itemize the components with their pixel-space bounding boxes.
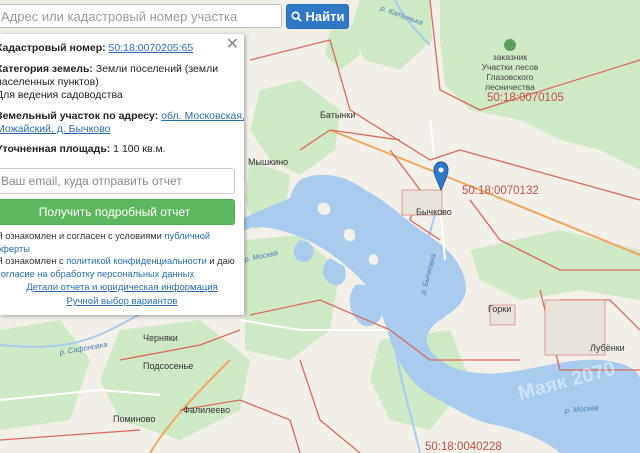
manual-selection-link[interactable]: Ручной выбор вариантов <box>67 296 178 307</box>
info-row-cadastral-number: Кадастровый номер: 50:18:0070205:65 <box>0 42 228 55</box>
place-gorki: Горки <box>488 304 511 314</box>
row-label: Земельный участок по адресу: <box>0 110 159 122</box>
search-button[interactable]: Найти <box>286 4 349 29</box>
search-input[interactable] <box>0 4 282 28</box>
reserve-label-4: лесничества <box>485 82 535 92</box>
row-value: населенных пунктов) <box>0 76 99 88</box>
reserve-label-2: Участки лесов <box>482 62 539 72</box>
data-processing-link[interactable]: согласие на обработку персональных данны… <box>0 269 194 279</box>
place-chernyaki: Черняки <box>143 333 178 343</box>
address-link[interactable]: обл. Московская, р-н <box>161 110 244 122</box>
search-icon <box>290 11 302 22</box>
details-link[interactable]: Детали отчета и юридическая информация <box>26 282 218 293</box>
consent-text-3: и даю <box>206 256 235 266</box>
cadastral-number-link[interactable]: 50:18:0070205:65 <box>109 42 194 54</box>
privacy-policy-link[interactable]: политикой конфиденциальности <box>66 256 207 266</box>
info-row-land-category-2: населенных пунктов) <box>0 76 228 89</box>
get-report-button[interactable]: Получить подробный отчет <box>0 199 235 225</box>
reserve-icon <box>504 39 516 51</box>
cadastral-label-0070132: 50:18:0070132 <box>462 185 539 197</box>
email-field[interactable] <box>0 168 235 194</box>
manual-link-row: Ручной выбор вариантов <box>0 296 244 307</box>
row-value: 1 100 кв.м. <box>110 143 166 155</box>
place-bychkovo: Бычково <box>416 207 452 217</box>
place-myshkino: Мышкино <box>248 157 288 167</box>
parcel-info-panel: ✕ Кадастровый номер: 50:18:0070205:65 Ка… <box>0 34 244 315</box>
info-row-address-2: Можайский, д. Бычково <box>0 123 228 136</box>
search-button-label: Найти <box>305 9 345 24</box>
details-link-row: Детали отчета и юридическая информация <box>0 282 244 293</box>
info-row-land-category: Категория земель: Земли поселений (земли <box>0 63 228 76</box>
row-value: Земли поселений (земли <box>92 63 219 75</box>
cadastral-label-0070105: 50:18:0070105 <box>487 92 564 104</box>
address-link-2[interactable]: Можайский, д. Бычково <box>0 123 110 135</box>
consent-text-1: Я ознакомлен и согласен с условиями <box>0 231 165 241</box>
info-row-area: Уточненная площадь: 1 100 кв.м. <box>0 143 228 156</box>
reserve-label-3: Глазовского <box>486 72 533 82</box>
place-batynki: Батынки <box>320 110 355 120</box>
consent-text: Я ознакомлен и согласен с условиями публ… <box>0 230 236 280</box>
place-podsosenie: Подсосенье <box>143 361 193 371</box>
row-value: Для ведения садоводства <box>0 89 123 101</box>
row-label: Кадастровый номер: <box>0 42 106 54</box>
place-lubenki: Лубёнки <box>590 343 625 353</box>
place-pominovo: Поминово <box>113 414 155 424</box>
cadastral-label-0040228: 50:18:0040228 <box>425 441 502 453</box>
row-label: Уточненная площадь: <box>0 143 111 155</box>
reserve-label-1: заказник <box>493 52 528 62</box>
info-row-address: Земельный участок по адресу: обл. Москов… <box>0 110 244 123</box>
row-label: Категория земель: <box>0 63 93 75</box>
place-falileevo: Фалилеево <box>183 405 230 415</box>
info-row-land-use: Для ведения садоводства <box>0 89 228 102</box>
consent-text-2: Я ознакомлен с <box>0 256 67 266</box>
